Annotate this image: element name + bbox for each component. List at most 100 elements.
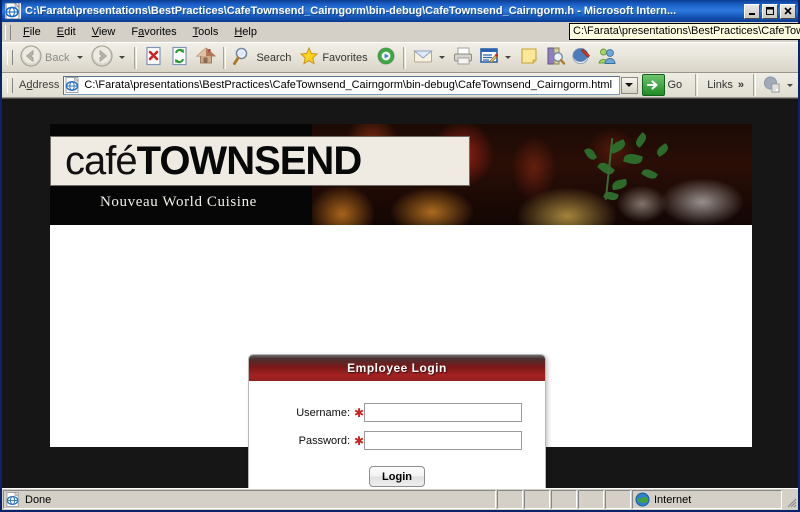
print-button[interactable] (450, 45, 476, 71)
resize-grip[interactable] (783, 490, 797, 509)
ie-page-icon (65, 76, 81, 93)
page-content: caféTOWNSEND Nouveau World Cuisine Emplo… (2, 98, 798, 488)
address-separator-2 (753, 74, 756, 96)
toolbar-separator (134, 46, 138, 69)
browser-window: C:\Farata\presentations\BestPractices\Ca… (0, 0, 800, 512)
maximize-button[interactable] (762, 3, 778, 19)
login-form: Username: ✱ Password: ✱ Login Username: … (249, 381, 545, 488)
back-arrow-icon (19, 44, 43, 71)
toolbar-separator-2 (223, 46, 227, 69)
globe-icon (635, 492, 650, 507)
edit-dropdown-caret[interactable] (504, 56, 511, 59)
back-dropdown-caret[interactable] (77, 56, 84, 59)
brand-wordmark: caféTOWNSEND (51, 139, 363, 183)
go-arrow-icon (641, 74, 665, 96)
login-button[interactable]: Login (369, 466, 425, 487)
menu-item-file[interactable]: File (15, 24, 49, 40)
window-title: C:\Farata\presentations\BestPractices\Ca… (25, 5, 677, 17)
brand-cafe-text: café (65, 139, 138, 183)
address-label: Address (19, 79, 60, 91)
print-icon (452, 45, 474, 70)
links-label[interactable]: Links (702, 79, 733, 91)
back-button-label: Back (45, 51, 70, 64)
go-button-label: Go (667, 79, 683, 91)
menu-item-tools[interactable]: Tools (185, 24, 227, 40)
status-pane-3 (551, 490, 577, 509)
brand-plate: caféTOWNSEND (50, 136, 470, 186)
mail-icon (412, 45, 434, 70)
mail-button[interactable] (410, 45, 450, 71)
research-button[interactable] (542, 45, 568, 71)
home-icon (195, 45, 217, 70)
status-text: Done (25, 493, 52, 506)
username-required-marker: ✱ (354, 405, 365, 420)
messenger-people-button[interactable] (594, 45, 620, 71)
password-row: Password: ✱ (249, 431, 545, 450)
go-button[interactable]: Go (640, 74, 692, 96)
links-chevron-icon[interactable]: » (733, 79, 749, 91)
window-controls (744, 3, 796, 19)
customize-caret[interactable] (787, 83, 793, 87)
refresh-icon (169, 45, 191, 70)
notes-icon (518, 45, 540, 70)
edit-icon (478, 45, 500, 70)
favorites-button-label: Favorites (322, 51, 368, 64)
forward-dropdown-caret[interactable] (119, 56, 126, 59)
media-button[interactable] (373, 45, 399, 71)
password-required-marker: ✱ (354, 433, 365, 448)
edit-button[interactable] (476, 45, 516, 71)
refresh-button[interactable] (167, 45, 193, 71)
close-button[interactable] (780, 3, 796, 19)
messenger-globe-button[interactable] (568, 45, 594, 71)
menu-drag-grip[interactable] (5, 24, 11, 40)
login-panel-header: Employee Login (249, 355, 545, 381)
status-bar: Done Internet (2, 488, 798, 510)
status-pane-2 (524, 490, 550, 509)
favorites-button[interactable]: Favorites (296, 45, 372, 71)
address-input-wrapper[interactable] (63, 75, 620, 95)
login-button-row: Login (249, 466, 545, 487)
notes-button[interactable] (516, 45, 542, 71)
forward-arrow-icon (90, 44, 114, 71)
menu-item-edit[interactable]: Edit (49, 24, 84, 40)
menu-item-view[interactable]: View (84, 24, 124, 40)
window-title-tooltip: C:\Farata\presentations\BestPractices\Ca… (569, 23, 800, 40)
username-input[interactable] (364, 403, 522, 422)
menu-item-help[interactable]: Help (226, 24, 265, 40)
search-button[interactable]: Search (230, 45, 296, 71)
banner-tagline: Nouveau World Cuisine (100, 194, 257, 210)
globe-page-icon (762, 74, 782, 97)
ie-page-icon-status (6, 491, 21, 507)
ie-document-icon (5, 3, 21, 19)
menu-item-favorites[interactable]: Favorites (123, 24, 184, 40)
security-zone-text: Internet (654, 493, 692, 506)
address-input[interactable] (84, 79, 619, 91)
title-bar: C:\Farata\presentations\BestPractices\Ca… (2, 0, 798, 22)
stop-button[interactable] (141, 45, 167, 71)
address-drag-grip[interactable] (7, 77, 13, 93)
security-zone-pane[interactable]: Internet (632, 490, 782, 509)
address-dropdown-button[interactable] (620, 76, 638, 94)
status-message-pane: Done (3, 490, 496, 509)
customize-links-button[interactable] (760, 72, 798, 98)
messenger-people-icon (596, 45, 618, 70)
home-button[interactable] (193, 45, 219, 71)
favorites-star-icon (298, 45, 320, 70)
mail-dropdown-caret[interactable] (438, 56, 445, 59)
back-button[interactable]: Back (17, 45, 88, 71)
cafe-townsend-banner: caféTOWNSEND Nouveau World Cuisine (50, 124, 752, 225)
address-bar: Address Go (2, 73, 798, 98)
password-label: Password: (298, 434, 350, 447)
messenger-globe-icon (570, 45, 592, 70)
password-input[interactable] (364, 431, 522, 450)
status-pane-5 (605, 490, 631, 509)
employee-login-panel: Employee Login Username: ✱ Password: ✱ L… (248, 354, 546, 488)
brand-townsend-text: TOWNSEND (136, 139, 363, 183)
minimize-button[interactable] (744, 3, 760, 19)
stop-icon (143, 45, 165, 70)
toolbar-drag-grip[interactable] (7, 50, 13, 65)
navigation-toolbar: Back Search Favorites (2, 43, 798, 73)
username-label: Username: (296, 406, 350, 419)
forward-button[interactable] (88, 45, 130, 71)
toolbar-separator-3 (402, 46, 406, 69)
